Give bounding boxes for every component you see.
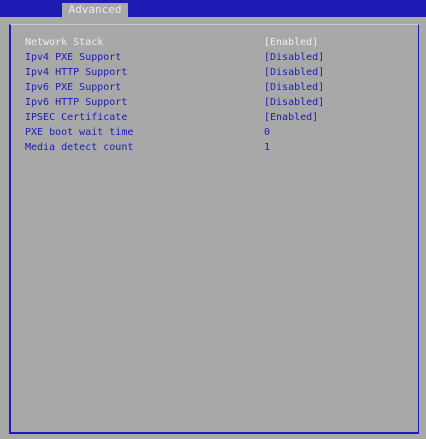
setting-label: Ipv6 HTTP Support <box>25 97 128 108</box>
setting-value[interactable]: [Enabled] <box>264 110 318 125</box>
bios-menu-bar: Advanced <box>0 0 426 17</box>
setting-value[interactable]: 1 <box>264 140 270 155</box>
setting-media-detect-count[interactable]: Media detect count 1 <box>11 140 418 155</box>
setting-label: Media detect count <box>25 142 134 153</box>
setting-ipv4-pxe-support[interactable]: Ipv4 PXE Support [Disabled] <box>11 50 418 65</box>
setting-label: PXE boot wait time <box>25 127 134 138</box>
setting-ipv6-http-support[interactable]: Ipv6 HTTP Support [Disabled] <box>11 95 418 110</box>
setting-label: Ipv4 HTTP Support <box>25 67 128 78</box>
setting-label: Network Stack <box>25 37 104 48</box>
setting-label: Ipv4 PXE Support <box>25 52 122 63</box>
setting-ipv4-http-support[interactable]: Ipv4 HTTP Support [Disabled] <box>11 65 418 80</box>
tab-advanced[interactable]: Advanced <box>62 3 128 17</box>
setting-ipsec-certificate[interactable]: IPSEC Certificate [Enabled] <box>11 110 418 125</box>
setting-label: IPSEC Certificate <box>25 112 128 123</box>
setting-value[interactable]: [Disabled] <box>264 50 324 65</box>
setting-value[interactable]: [Disabled] <box>264 65 324 80</box>
settings-panel: Network Stack [Enabled] Ipv4 PXE Support… <box>9 24 419 434</box>
setting-ipv6-pxe-support[interactable]: Ipv6 PXE Support [Disabled] <box>11 80 418 95</box>
setting-value[interactable]: 0 <box>264 125 270 140</box>
setting-value[interactable]: [Enabled] <box>264 35 318 50</box>
setting-value[interactable]: [Disabled] <box>264 95 324 110</box>
setting-network-stack[interactable]: Network Stack [Enabled] <box>11 35 418 50</box>
setting-label: Ipv6 PXE Support <box>25 82 122 93</box>
setting-pxe-boot-wait-time[interactable]: PXE boot wait time 0 <box>11 125 418 140</box>
setting-value[interactable]: [Disabled] <box>264 80 324 95</box>
